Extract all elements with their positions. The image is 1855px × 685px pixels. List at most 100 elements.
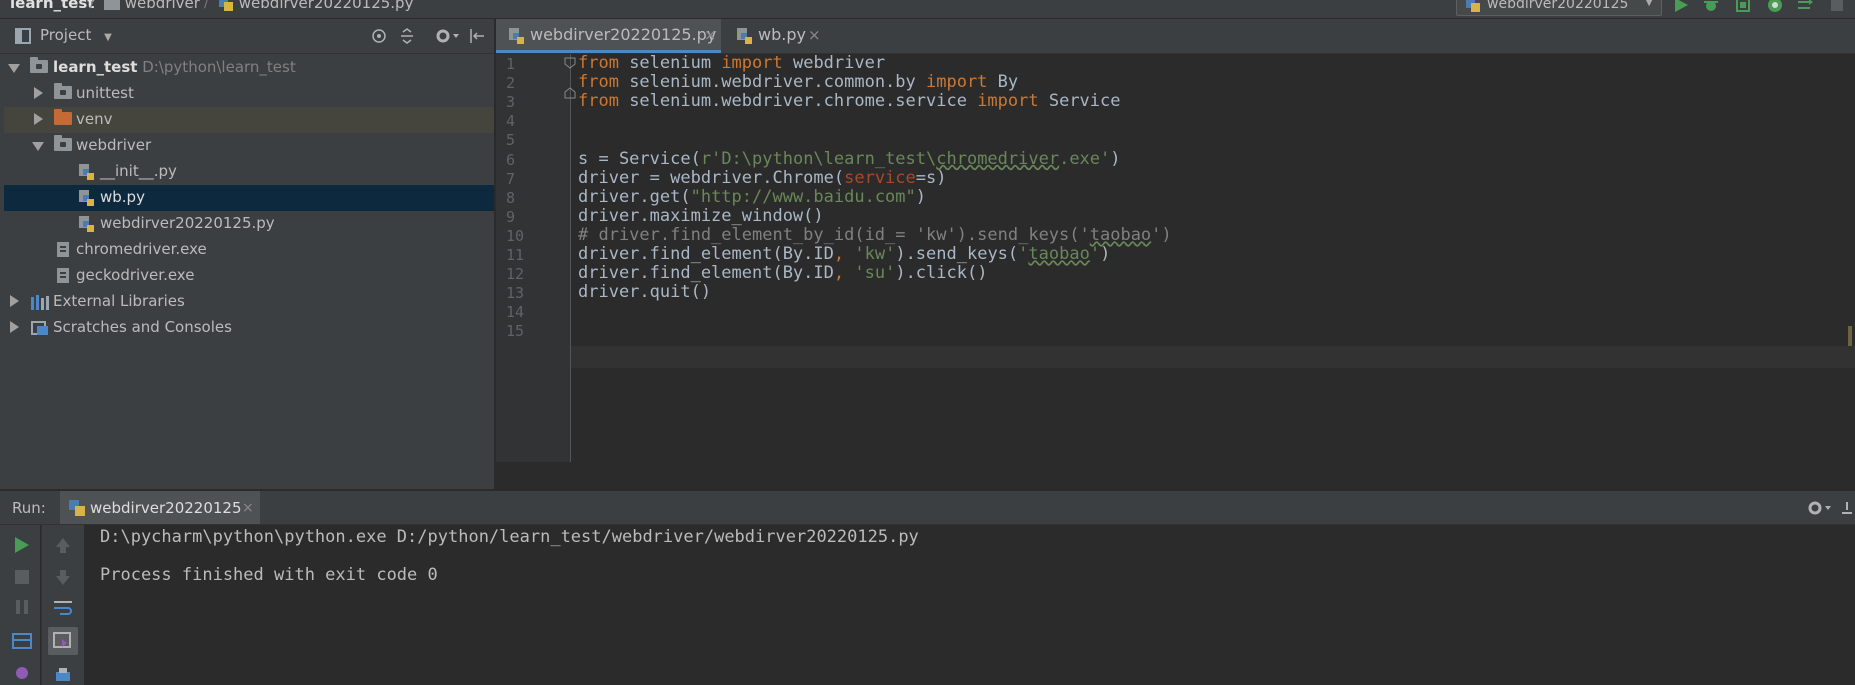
libraries-icon xyxy=(31,295,49,310)
rerun-icon[interactable] xyxy=(12,535,32,555)
chevron-right-icon xyxy=(10,295,19,307)
locate-icon[interactable] xyxy=(370,27,388,45)
tree-item-venv[interactable]: venv xyxy=(4,107,494,133)
tab-label: wb.py xyxy=(758,25,806,44)
code-line[interactable]: driver.quit() xyxy=(578,282,711,302)
tree-item-label: webdriver xyxy=(76,136,152,154)
tab-webdirver20220125[interactable]: webdirver20220125.py × xyxy=(496,19,721,53)
code-line[interactable]: s = Service(r'D:\python\learn_test\chrom… xyxy=(578,149,1121,169)
gear-icon[interactable] xyxy=(1806,499,1832,517)
project-view-selector[interactable]: Project ▼ xyxy=(40,26,112,44)
python-file-icon xyxy=(737,28,752,44)
line-number: 10 xyxy=(506,226,525,245)
line-number: 8 xyxy=(506,188,516,207)
python-file-icon xyxy=(69,500,85,516)
tree-item-label: geckodriver.exe xyxy=(76,266,195,284)
tree-item-label: Scratches and Consoles xyxy=(53,318,232,336)
breadcrumb-separator: / xyxy=(204,0,209,11)
tree-item-chromedriver[interactable]: chromedriver.exe xyxy=(4,237,494,263)
code-line[interactable]: driver.find_element(By.ID, 'kw').send_ke… xyxy=(578,244,1110,264)
line-number: 13 xyxy=(506,284,525,303)
close-icon[interactable]: × xyxy=(704,26,717,44)
breadcrumb-project[interactable]: learn_test xyxy=(10,0,94,12)
code-line[interactable]: from selenium.webdriver.chrome.service i… xyxy=(578,91,1121,111)
stop-icon[interactable] xyxy=(12,567,32,587)
line-number: 11 xyxy=(506,246,525,264)
navigation-bar: learn_test / webdriver / webdirver202201… xyxy=(0,0,1855,19)
tree-item-geckodriver[interactable]: geckodriver.exe xyxy=(4,263,494,289)
scroll-to-end-icon xyxy=(53,632,71,648)
coverage-icon[interactable] xyxy=(1734,0,1752,14)
close-icon[interactable]: × xyxy=(242,500,254,516)
arrow-down-icon[interactable] xyxy=(53,567,73,587)
tree-item-wb-py[interactable]: wb.py xyxy=(4,185,494,211)
project-panel-title: Project xyxy=(40,26,92,44)
line-number: 15 xyxy=(506,322,525,341)
code-line[interactable]: driver.find_element(By.ID, 'su').click() xyxy=(578,263,987,283)
tree-item-label: unittest xyxy=(76,84,134,102)
concurrency-icon[interactable] xyxy=(1796,0,1814,14)
run-configuration-label: webdirver20220125 xyxy=(1487,0,1629,12)
run-toolbar-primary xyxy=(0,525,40,685)
project-view-icon xyxy=(15,28,31,44)
tree-item-scratches[interactable]: Scratches and Consoles xyxy=(4,315,494,341)
line-number: 6 xyxy=(506,150,516,169)
tab-wb-py[interactable]: wb.py × xyxy=(724,19,834,53)
tree-item-label: venv xyxy=(76,110,113,128)
chevron-down-icon xyxy=(32,142,44,151)
code-line[interactable]: # driver.find_element_by_id(id_= 'kw').s… xyxy=(578,225,1172,245)
arrow-up-icon[interactable] xyxy=(53,535,73,555)
soft-wrap-icon[interactable] xyxy=(52,597,74,617)
run-toolbar-secondary xyxy=(41,525,84,685)
editor-tab-bar: webdirver20220125.py × wb.py × xyxy=(496,19,1855,54)
breadcrumb-file[interactable]: webdirver20220125.py xyxy=(218,0,413,12)
tree-item-webdirver-py[interactable]: webdirver20220125.py xyxy=(4,211,494,237)
pause-icon[interactable] xyxy=(12,597,32,617)
code-line[interactable]: driver = webdriver.Chrome(service=s) xyxy=(578,168,946,188)
restore-layout-icon[interactable] xyxy=(11,631,33,651)
print-icon[interactable] xyxy=(53,665,73,685)
scroll-to-end-button[interactable] xyxy=(48,627,78,655)
tree-item-webdriver[interactable]: webdriver xyxy=(4,133,494,159)
code-line[interactable]: from selenium import webdriver xyxy=(578,53,885,73)
breadcrumb-folder-label: webdriver xyxy=(124,0,200,12)
tree-item-learn-test[interactable]: learn_test D:\python\learn_test xyxy=(4,55,494,81)
fold-icon[interactable] xyxy=(564,87,576,99)
python-file-icon xyxy=(1466,0,1480,12)
project-panel: Project ▼ learn_test D:\python\learn_tes… xyxy=(0,19,494,489)
profile-icon[interactable] xyxy=(1766,0,1784,14)
run-icon[interactable] xyxy=(1672,0,1690,14)
line-number: 4 xyxy=(506,112,516,131)
chevron-down-icon: ▼ xyxy=(1645,0,1653,8)
folder-icon xyxy=(104,0,120,10)
tree-item-init-py[interactable]: __init__.py xyxy=(4,159,494,185)
tree-item-external-libraries[interactable]: External Libraries xyxy=(4,289,494,315)
stop-icon[interactable] xyxy=(1828,0,1846,14)
debug-icon[interactable] xyxy=(1702,0,1720,14)
code-line[interactable]: driver.maximize_window() xyxy=(578,206,824,226)
python-file-icon xyxy=(509,28,524,44)
chevron-down-icon xyxy=(8,64,20,73)
run-tab[interactable]: webdirver20220125 × xyxy=(60,491,260,524)
gear-icon[interactable] xyxy=(434,27,460,45)
folder-icon xyxy=(30,57,48,73)
code-line[interactable]: from selenium.webdriver.common.by import… xyxy=(578,72,1018,92)
python-file-icon xyxy=(79,190,94,206)
fold-icon[interactable] xyxy=(564,57,576,69)
code-line[interactable]: driver.get("http://www.baidu.com") xyxy=(578,187,926,207)
project-panel-header: Project ▼ xyxy=(0,19,494,54)
line-number: 14 xyxy=(506,303,525,322)
collapse-all-icon[interactable] xyxy=(398,27,416,45)
tree-item-unittest[interactable]: unittest xyxy=(4,81,494,107)
executable-file-icon xyxy=(57,242,69,257)
hide-panel-icon[interactable] xyxy=(468,27,486,45)
tab-label: webdirver20220125.py xyxy=(530,25,717,44)
run-configuration-dropdown[interactable]: webdirver20220125 ▼ xyxy=(1456,0,1662,16)
line-number: 1 xyxy=(506,55,516,73)
close-icon[interactable]: × xyxy=(808,26,821,44)
line-number: 5 xyxy=(506,131,516,150)
code-editor[interactable]: 1 2 3 4 5 6 7 8 9 10 11 12 13 14 15 from selenium impo… xyxy=(496,53,1855,489)
breadcrumb-folder[interactable]: webdriver xyxy=(104,0,200,12)
minimize-icon[interactable] xyxy=(1840,499,1854,517)
pin-icon[interactable] xyxy=(12,663,32,683)
